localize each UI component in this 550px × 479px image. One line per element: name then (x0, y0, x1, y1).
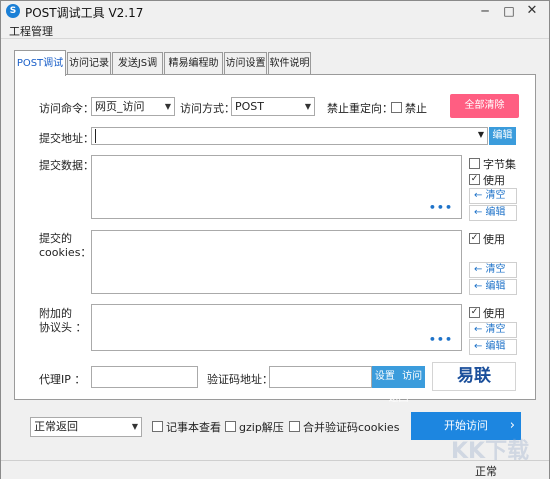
chevron-down-icon[interactable]: ▼ (478, 130, 484, 139)
tab-access-settings[interactable]: 访问设置 (224, 52, 267, 75)
cookies-use-label: 使用 (483, 233, 505, 246)
url-input[interactable]: ▼ (91, 127, 488, 145)
chevron-down-icon: ▼ (304, 102, 311, 111)
proxy-input[interactable] (91, 366, 198, 388)
maximize-button[interactable]: □ (501, 3, 517, 19)
headers-use-checkbox[interactable]: ✓ (469, 307, 480, 318)
clear-all-button[interactable]: 全部清除 (450, 94, 519, 118)
headers-use-label: 使用 (483, 307, 505, 320)
minimize-button[interactable]: ─ (477, 3, 493, 19)
status-bar: 正常 (1, 460, 549, 479)
command-label: 访问命令： (39, 102, 94, 115)
command-select[interactable]: 网页_访问 ▼ (91, 97, 175, 116)
post-debug-panel: 访问命令： 网页_访问 ▼ 访问方式： POST ▼ 禁止重定向： 禁止 全部清… (14, 74, 536, 404)
chevron-down-icon: ▼ (131, 422, 138, 431)
captcha-label: 验证码地址： (207, 373, 273, 386)
post-use-checkbox[interactable]: ✓ (469, 174, 480, 185)
chevron-down-icon: ▼ (164, 102, 171, 111)
tab-software-info[interactable]: 软件说明 (268, 52, 311, 75)
captcha-set-button[interactable]: 设置 (375, 371, 395, 382)
method-value: POST (235, 100, 264, 113)
byte-set-checkbox[interactable] (469, 158, 480, 169)
post-data-textarea[interactable]: ••• (91, 155, 462, 219)
post-clear-button[interactable]: ← 清空 (469, 188, 517, 204)
tab-helper[interactable]: 精易编程助手 (164, 52, 223, 91)
cookies-clear-button[interactable]: ← 清空 (469, 262, 517, 278)
more-icon[interactable]: ••• (429, 201, 453, 214)
headers-edit-button[interactable]: ← 编辑 (469, 339, 517, 355)
notepad-label: 记事本查看 (166, 421, 221, 434)
cookies-edit-button[interactable]: ← 编辑 (469, 279, 517, 295)
post-use-label: 使用 (483, 174, 505, 187)
close-button[interactable]: ✕ (524, 3, 540, 19)
command-value: 网页_访问 (95, 100, 145, 113)
url-edit-button[interactable]: 编辑 (489, 127, 516, 145)
headers-clear-button[interactable]: ← 清空 (469, 322, 517, 338)
cookies-use-checkbox[interactable]: ✓ (469, 233, 480, 244)
method-label: 访问方式： (180, 102, 235, 115)
tab-js-debug[interactable]: 发送JS调试 (112, 52, 163, 91)
proxy-label: 代理IP ： (39, 373, 86, 386)
menu-project-management[interactable]: 工程管理 (9, 23, 53, 39)
redirect-label: 禁止重定向： (327, 102, 393, 115)
merge-cookies-label: 合并验证码cookies (303, 421, 400, 434)
post-edit-button[interactable]: ← 编辑 (469, 205, 517, 221)
headers-label-line2: 协议头 ： (39, 321, 87, 334)
method-select[interactable]: POST ▼ (231, 97, 315, 116)
gzip-label: gzip解压 (239, 421, 284, 434)
app-window: S POST调试工具 V2.17 ─ □ ✕ 工程管理 POST调试 访问记录 … (0, 0, 550, 479)
redirect-checkbox[interactable] (391, 102, 402, 113)
text-cursor (95, 129, 96, 143)
return-mode-value: 正常返回 (34, 420, 78, 433)
cookies-label-line2: cookies： (39, 246, 92, 259)
headers-textarea[interactable]: ••• (91, 304, 462, 351)
start-access-label: 开始访问 (444, 419, 488, 432)
window-title: POST调试工具 V2.17 (25, 6, 144, 20)
notepad-checkbox[interactable] (152, 421, 163, 432)
status-text: 正常 (475, 465, 497, 478)
title-bar: S POST调试工具 V2.17 ─ □ ✕ (1, 1, 549, 21)
captcha-url-input[interactable] (269, 366, 372, 388)
return-mode-select[interactable]: 正常返回 ▼ (30, 417, 142, 437)
app-logo-icon: S (6, 4, 20, 18)
menu-bar: 工程管理 (1, 21, 549, 39)
tab-access-log[interactable]: 访问记录 (67, 52, 111, 75)
merge-cookies-checkbox[interactable] (289, 421, 300, 432)
redirect-checkbox-label: 禁止 (405, 102, 427, 115)
captcha-button-group: 设置 访问返回 (372, 366, 425, 404)
gzip-checkbox[interactable] (225, 421, 236, 432)
more-icon[interactable]: ••• (429, 333, 453, 346)
yilian-logo: 易联 (432, 362, 516, 391)
byte-set-label: 字节集 (483, 158, 516, 171)
post-data-label: 提交数据： (39, 159, 94, 172)
tab-post-debug[interactable]: POST调试 (14, 50, 66, 76)
cookies-textarea[interactable] (91, 230, 462, 294)
url-label: 提交地址： (39, 132, 94, 145)
